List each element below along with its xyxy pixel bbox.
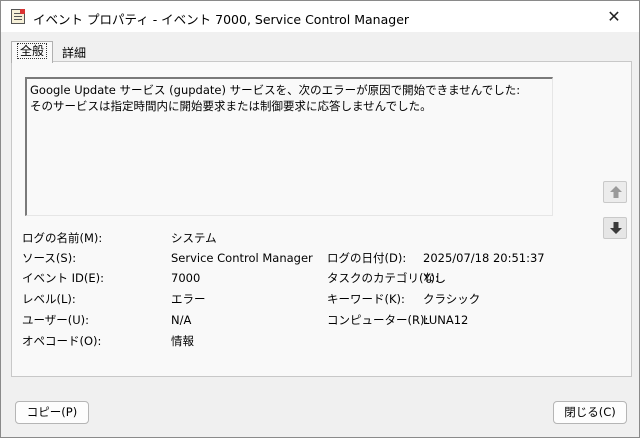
event-viewer-icon	[11, 9, 25, 24]
title-bar[interactable]: イベント プロパティ - イベント 7000, Service Control …	[1, 1, 639, 32]
logged-value: 2025/07/18 20:51:37	[423, 251, 545, 265]
logged-label: ログの日付(D):	[327, 251, 407, 265]
close-button[interactable]: 閉じる(C)	[553, 401, 627, 424]
tab-general-label: 全般	[17, 43, 48, 59]
event-description[interactable]: Google Update サービス (gupdate) サービスを、次のエラー…	[25, 77, 553, 216]
opcode-value: 情報	[171, 334, 194, 348]
event-id-value: 7000	[171, 271, 201, 285]
copy-button[interactable]: コピー(P)	[15, 401, 89, 424]
log-name-value: システム	[171, 231, 217, 245]
window-title: イベント プロパティ - イベント 7000, Service Control …	[33, 12, 410, 27]
keywords-label: キーワード(K):	[327, 292, 405, 306]
level-label: レベル(L):	[22, 292, 76, 306]
arrow-up-icon	[610, 186, 622, 198]
source-label: ソース(S):	[22, 251, 77, 265]
computer-value: LUNA12	[423, 313, 469, 327]
source-value: Service Control Manager	[171, 251, 313, 265]
user-value: N/A	[171, 313, 192, 327]
event-properties-window: イベント プロパティ - イベント 7000, Service Control …	[0, 0, 640, 438]
next-event-button[interactable]	[603, 217, 627, 239]
tab-details[interactable]: 詳細	[56, 43, 102, 63]
keywords-value: クラシック	[423, 292, 481, 306]
level-value: エラー	[171, 292, 206, 306]
event-id-label: イベント ID(E):	[22, 271, 105, 285]
computer-label: コンピューター(R):	[327, 313, 429, 327]
opcode-label: オペコード(O):	[22, 334, 102, 348]
user-label: ユーザー(U):	[22, 313, 90, 327]
previous-event-button[interactable]	[603, 181, 627, 203]
task-category-value: なし	[423, 271, 446, 285]
close-window-button[interactable]: ✕	[595, 4, 633, 30]
log-name-label: ログの名前(M):	[22, 231, 103, 245]
tab-general[interactable]: 全般	[11, 41, 53, 63]
arrow-down-icon	[610, 222, 622, 234]
